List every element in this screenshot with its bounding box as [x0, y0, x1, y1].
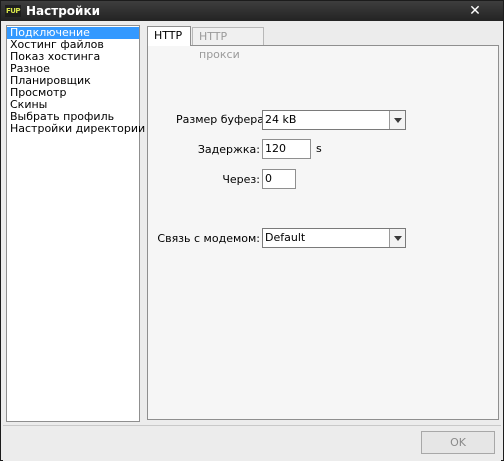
settings-category-list[interactable]: Подключение Хостинг файлов Показ хостинг… — [6, 25, 145, 422]
app-logo-icon: FUP — [5, 5, 21, 17]
buffer-size-value: 24 kB — [265, 113, 297, 126]
delay-unit-label: s — [316, 142, 322, 155]
ok-button[interactable]: OK — [421, 431, 495, 454]
after-label: Через: — [222, 173, 260, 186]
title-bar[interactable]: FUP Настройки ✕ — [1, 1, 503, 21]
dialog-content: Подключение Хостинг файлов Показ хостинг… — [3, 21, 501, 425]
buffer-size-label: Размер буфера: — [176, 113, 268, 126]
modem-connection-select[interactable]: Default — [262, 228, 406, 248]
chevron-down-icon[interactable] — [389, 229, 405, 247]
window-title: Настройки — [26, 4, 101, 18]
sidebar-item-directory-settings[interactable]: Настройки директории — [7, 123, 145, 135]
after-input[interactable]: 0 — [262, 169, 296, 189]
buffer-size-select[interactable]: 24 kB — [262, 110, 406, 130]
delay-label: Задержка: — [197, 143, 260, 156]
settings-window: FUP Настройки ✕ Подключение Хостинг файл… — [0, 0, 504, 461]
dialog-footer: OK — [3, 425, 501, 461]
close-icon[interactable]: ✕ — [467, 3, 483, 19]
modem-connection-label: Связь с модемом: — [157, 232, 260, 245]
tab-panel-http: Размер буфера: 24 kB Задержка: 120 s Чер… — [147, 45, 499, 420]
modem-connection-value: Default — [265, 231, 306, 244]
delay-input[interactable]: 120 — [262, 139, 311, 159]
tab-container: HTTP HTTP прокси Размер буфера: 24 kB За… — [145, 25, 501, 422]
tab-http-proxy[interactable]: HTTP прокси — [192, 27, 264, 61]
chevron-down-icon[interactable] — [389, 111, 405, 129]
tab-http[interactable]: HTTP — [147, 26, 191, 46]
